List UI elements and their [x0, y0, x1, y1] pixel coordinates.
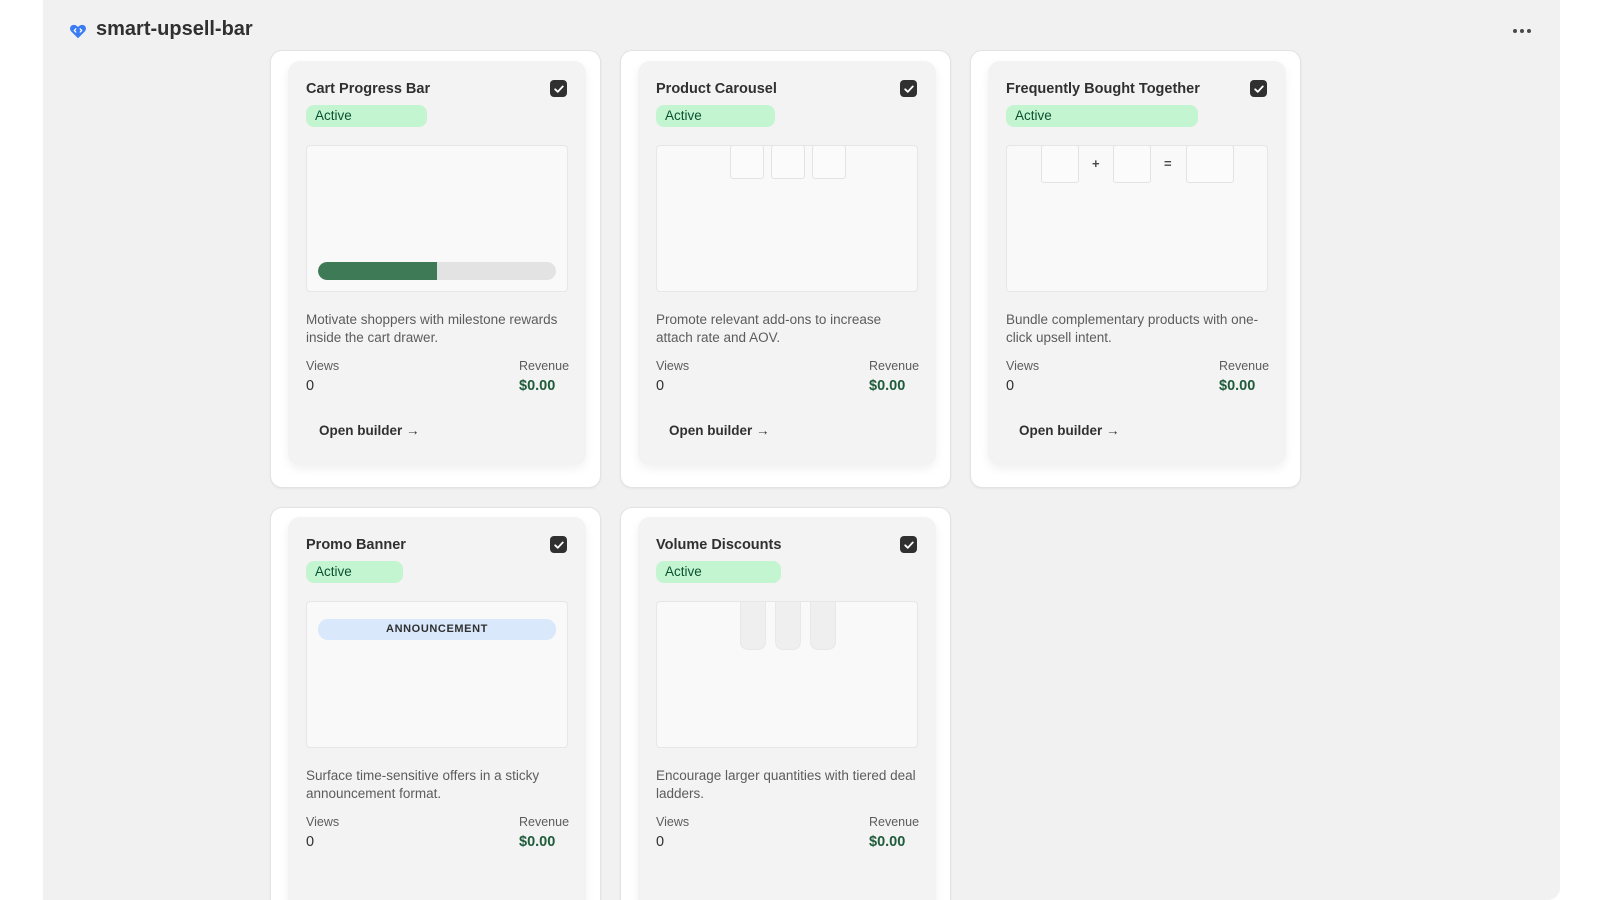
card-description: Bundle complementary products with one-c… — [1006, 312, 1259, 345]
widget-preview: ANNOUNCEMENT — [306, 601, 568, 748]
revenue-value: $0.00 — [869, 834, 906, 850]
views-value: 0 — [306, 378, 315, 394]
carousel-tile — [771, 146, 805, 179]
checkmark-icon — [553, 85, 564, 93]
revenue-label: Revenue — [869, 359, 920, 373]
widget-panel-cart-progress-bar: Cart Progress Bar Active Motivate shoppe… — [270, 50, 601, 488]
revenue-label: Revenue — [519, 359, 570, 373]
views-label: Views — [656, 359, 690, 373]
status-badge: Active — [306, 105, 427, 127]
tier-pill — [810, 602, 836, 650]
revenue-label: Revenue — [519, 815, 570, 829]
card-description: Promote relevant add-ons to increase att… — [656, 312, 882, 345]
status-badge: Active — [656, 561, 781, 583]
views-label: Views — [306, 815, 340, 829]
enable-checkbox[interactable] — [1250, 80, 1267, 97]
open-builder-button[interactable]: Open builder → — [319, 423, 420, 438]
views-value: 0 — [1006, 378, 1015, 394]
widget-preview — [656, 145, 918, 292]
app-title: smart-upsell-bar — [96, 18, 253, 40]
enable-checkbox[interactable] — [900, 80, 917, 97]
status-badge: Active — [1006, 105, 1198, 127]
widget-preview — [656, 601, 918, 748]
widget-card: Product Carousel Active Promote relevant… — [638, 61, 936, 465]
carousel-tile — [812, 146, 846, 179]
card-title: Frequently Bought Together — [1006, 81, 1200, 97]
widget-panel-volume-discounts: Volume Discounts Active Encourage larger… — [620, 507, 951, 900]
revenue-label: Revenue — [1219, 359, 1270, 373]
views-label: Views — [656, 815, 690, 829]
announcement-pill: ANNOUNCEMENT — [318, 619, 556, 640]
heart-code-icon — [70, 24, 86, 39]
status-badge: Active — [656, 105, 775, 127]
widget-panel-frequently-bought-together: Frequently Bought Together Active + = Bu… — [970, 50, 1301, 488]
open-builder-button[interactable]: Open builder → — [669, 423, 770, 438]
views-value: 0 — [306, 834, 315, 850]
card-description: Motivate shoppers with milestone rewards… — [306, 312, 558, 345]
dot-icon — [1520, 29, 1524, 33]
progress-track — [318, 262, 556, 280]
revenue-value: $0.00 — [869, 378, 906, 394]
widget-preview: + = — [1006, 145, 1268, 292]
carousel-tile — [730, 146, 764, 179]
open-builder-button[interactable]: Open builder → — [1019, 423, 1120, 438]
checkmark-icon — [903, 541, 914, 549]
card-title: Product Carousel — [656, 81, 777, 97]
widget-card: Frequently Bought Together Active + = Bu… — [988, 61, 1286, 465]
equals-symbol: = — [1164, 156, 1172, 171]
revenue-value: $0.00 — [519, 834, 556, 850]
card-title: Cart Progress Bar — [306, 81, 431, 97]
widget-preview — [306, 145, 568, 292]
more-actions-button[interactable] — [1507, 16, 1537, 46]
card-description: Surface time-sensitive offers in a stick… — [306, 768, 540, 801]
dot-icon — [1513, 29, 1517, 33]
tier-pill — [740, 602, 766, 650]
views-label: Views — [1006, 359, 1040, 373]
widget-panel-product-carousel: Product Carousel Active Promote relevant… — [620, 50, 951, 488]
tier-pill — [775, 602, 801, 650]
card-title: Volume Discounts — [656, 537, 782, 553]
enable-checkbox[interactable] — [550, 536, 567, 553]
views-value: 0 — [656, 378, 665, 394]
progress-fill — [318, 262, 437, 280]
checkmark-icon — [1253, 85, 1264, 93]
widget-panel-promo-banner: Promo Banner Active ANNOUNCEMENT Surface… — [270, 507, 601, 900]
revenue-value: $0.00 — [1219, 378, 1256, 394]
enable-checkbox[interactable] — [900, 536, 917, 553]
app-frame: smart-upsell-bar Cart Progress Bar Activ… — [43, 0, 1560, 900]
widget-card: Volume Discounts Active Encourage larger… — [638, 517, 936, 900]
widget-card: Promo Banner Active ANNOUNCEMENT Surface… — [288, 517, 586, 900]
widget-card: Cart Progress Bar Active Motivate shoppe… — [288, 61, 586, 465]
revenue-label: Revenue — [869, 815, 920, 829]
bundle-tile — [1113, 146, 1151, 183]
views-label: Views — [306, 359, 340, 373]
enable-checkbox[interactable] — [550, 80, 567, 97]
bundle-total-tile — [1186, 146, 1234, 183]
card-description: Encourage larger quantities with tiered … — [656, 768, 916, 801]
dot-icon — [1527, 29, 1531, 33]
status-badge: Active — [306, 561, 403, 583]
checkmark-icon — [903, 85, 914, 93]
views-value: 0 — [656, 834, 665, 850]
checkmark-icon — [553, 541, 564, 549]
plus-symbol: + — [1092, 156, 1100, 171]
card-title: Promo Banner — [306, 537, 406, 553]
revenue-value: $0.00 — [519, 378, 556, 394]
bundle-tile — [1041, 146, 1079, 183]
